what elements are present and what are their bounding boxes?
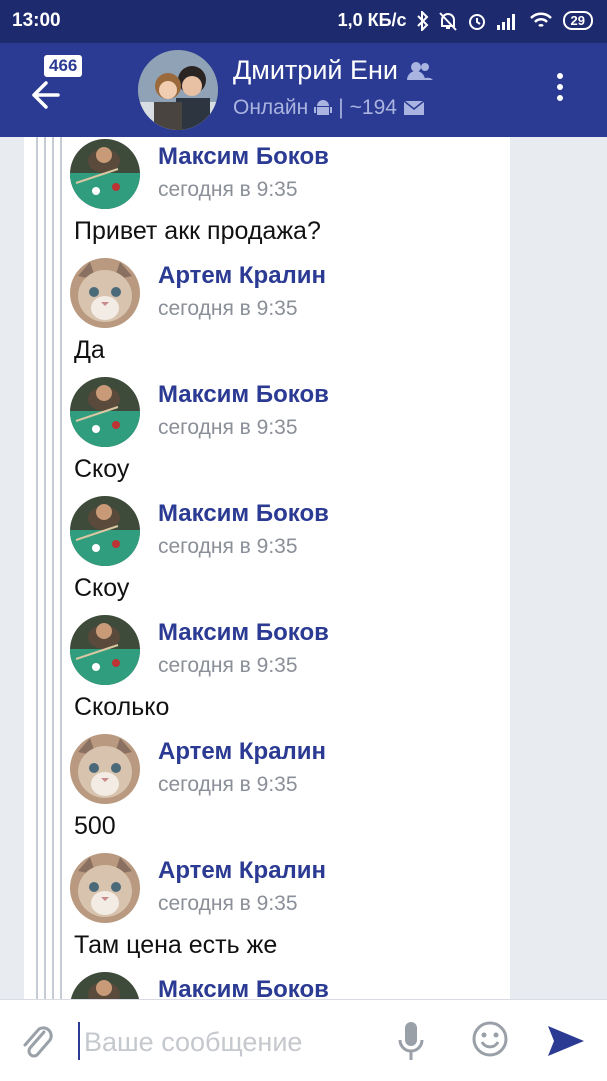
status-bar: 13:00 1,0 КБ/с 29 <box>0 0 607 43</box>
author-avatar[interactable] <box>70 972 140 999</box>
android-icon <box>314 100 333 115</box>
network-speed: 1,0 КБ/с <box>337 10 407 30</box>
author-avatar[interactable] <box>70 139 140 209</box>
author-name[interactable]: Максим Боков <box>158 381 329 409</box>
message-time: сегодня в 9:35 <box>158 892 298 915</box>
forwarded-thread-lines <box>36 137 64 999</box>
chat-title: Дмитрий Ени <box>233 55 434 86</box>
author-avatar[interactable] <box>70 615 140 685</box>
send-icon[interactable] <box>546 1022 586 1060</box>
message-input[interactable] <box>82 1020 386 1064</box>
unread-count-badge: 466 <box>44 55 83 77</box>
paperclip-icon[interactable] <box>18 1022 56 1060</box>
bluetooth-icon <box>416 10 428 31</box>
message-text: Сколько <box>74 693 170 721</box>
microphone-icon[interactable] <box>396 1020 426 1062</box>
author-name[interactable]: Артем Кралин <box>158 857 326 885</box>
group-icon <box>406 61 433 80</box>
chat-header: 466 Дмитрий Ени Онлайн | ~194 <box>0 43 607 137</box>
message-item[interactable]: Максим Боков <box>70 970 510 999</box>
message-item[interactable]: Артем Кралин сегодня в 9:35 500 <box>70 732 510 851</box>
more-vert-icon[interactable] <box>548 73 572 109</box>
message-item[interactable]: Артем Кралин сегодня в 9:35 Там цена есть … <box>70 851 510 970</box>
message-time: сегодня в 9:35 <box>158 416 298 439</box>
signal-icon <box>496 13 515 30</box>
author-avatar[interactable] <box>70 734 140 804</box>
message-time: сегодня в 9:35 <box>158 773 298 796</box>
author-name[interactable]: Максим Боков <box>158 976 329 999</box>
message-text: Привет акк продажа? <box>74 217 321 245</box>
author-avatar[interactable] <box>70 853 140 923</box>
mute-bell-icon <box>438 11 457 31</box>
message-text: 500 <box>74 812 116 840</box>
author-name[interactable]: Максим Боков <box>158 500 329 528</box>
message-item[interactable]: Максим Боков сегодня в 9:35 Скоу <box>70 375 510 494</box>
message-text: Скоу <box>74 574 130 602</box>
message-count: ~194 <box>349 96 397 119</box>
author-name[interactable]: Артем Кралин <box>158 738 326 766</box>
message-item[interactable]: Максим Боков сегодня в 9:35 Привет акк про… <box>70 137 510 256</box>
message-text: Там цена есть же <box>74 931 278 959</box>
status-time: 13:00 <box>12 10 61 31</box>
status-separator: | <box>338 96 344 119</box>
message-thread[interactable]: Максим Боков сегодня в 9:35 Привет акк про… <box>24 137 510 999</box>
message-composer <box>0 999 607 1081</box>
message-time: сегодня в 9:35 <box>158 535 298 558</box>
message-text: Да <box>74 336 105 364</box>
battery-indicator: 29 <box>562 11 593 30</box>
chat-status: Онлайн | ~194 <box>233 96 425 120</box>
text-cursor <box>78 1022 80 1060</box>
chat-avatar[interactable] <box>138 50 218 130</box>
wifi-icon <box>529 12 552 27</box>
message-item[interactable]: Артем Кралин сегодня в 9:35 Да <box>70 256 510 375</box>
author-avatar[interactable] <box>70 496 140 566</box>
message-list: Максим Боков сегодня в 9:35 Привет акк про… <box>70 137 510 999</box>
back-arrow-icon[interactable] <box>28 73 72 117</box>
status-icons: 1,0 КБ/с 29 <box>338 10 593 31</box>
chat-title-text: Дмитрий Ени <box>233 55 398 85</box>
message-item[interactable]: Максим Боков сегодня в 9:35 Сколько <box>70 613 510 732</box>
author-name[interactable]: Максим Боков <box>158 143 329 171</box>
alarm-icon <box>468 13 485 30</box>
message-item[interactable]: Максим Боков сегодня в 9:35 Скоу <box>70 494 510 613</box>
author-name[interactable]: Максим Боков <box>158 619 329 647</box>
message-time: сегодня в 9:35 <box>158 654 298 677</box>
message-time: сегодня в 9:35 <box>158 297 298 320</box>
author-avatar[interactable] <box>70 258 140 328</box>
online-status: Онлайн <box>233 96 309 119</box>
emoji-icon[interactable] <box>471 1020 509 1058</box>
message-time: сегодня в 9:35 <box>158 178 298 201</box>
message-text: Скоу <box>74 455 130 483</box>
author-avatar[interactable] <box>70 377 140 447</box>
author-name[interactable]: Артем Кралин <box>158 262 326 290</box>
envelope-icon <box>403 100 425 115</box>
